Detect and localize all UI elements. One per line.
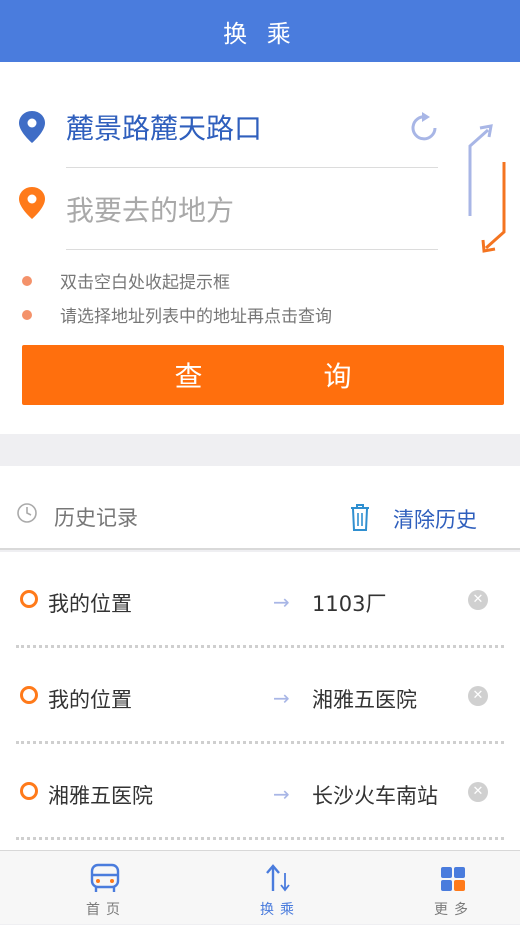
history-to: 长沙火车南站: [312, 784, 438, 808]
transfer-arrows-icon: [266, 864, 290, 892]
tip-text: 双击空白处收起提示框: [60, 273, 230, 293]
delete-item-icon[interactable]: ✕: [468, 590, 488, 610]
history-item[interactable]: 我的位置 → 1103厂 ✕: [0, 552, 520, 648]
bottom-tab-bar: 首页 换乘 更多: [0, 850, 520, 924]
page-title: 换 乘: [223, 19, 297, 48]
tab-transfer[interactable]: 换乘: [220, 851, 340, 925]
history-item[interactable]: 我的位置 → 湘雅五医院 ✕: [0, 648, 520, 744]
start-location-value: 麓景路麓天路口: [66, 111, 263, 145]
history-from: 湘雅五医院: [48, 784, 153, 808]
arrow-right-icon: →: [273, 590, 290, 614]
swap-direction-icon[interactable]: [458, 122, 512, 256]
tab-more[interactable]: 更多: [394, 851, 514, 925]
clock-icon: [17, 503, 37, 523]
bullet-dot-icon: [22, 309, 32, 320]
history-item[interactable]: 湘雅五医院 → 长沙火车南站 ✕: [0, 744, 520, 840]
start-location-input[interactable]: 麓景路麓天路口: [66, 86, 438, 168]
bus-icon: [90, 863, 120, 892]
page-header: 换 乘: [0, 0, 520, 62]
query-button[interactable]: 查 询: [22, 345, 504, 405]
start-ring-icon: [20, 590, 38, 608]
tab-label: 换乘: [260, 902, 300, 918]
start-ring-icon: [20, 686, 38, 704]
delete-item-icon[interactable]: ✕: [468, 782, 488, 802]
dotted-divider: [16, 837, 504, 840]
history-from: 我的位置: [48, 688, 132, 712]
destination-input[interactable]: 我要去的地方: [66, 168, 438, 250]
arrow-right-icon: →: [273, 686, 290, 710]
destination-location-icon: [19, 187, 45, 219]
tip-item: 双击空白处收起提示框: [22, 268, 230, 293]
history-list: 我的位置 → 1103厂 ✕ 我的位置 → 湘雅五医院 ✕ 湘雅五医院 → 长沙…: [0, 552, 520, 850]
history-header: 历史记录 清除历史: [0, 466, 520, 550]
grid-icon: [441, 867, 465, 891]
destination-placeholder: 我要去的地方: [66, 193, 235, 227]
arrow-right-icon: →: [273, 782, 290, 806]
bullet-dot-icon: [22, 275, 32, 286]
tab-label: 首页: [86, 902, 126, 918]
tab-label: 更多: [434, 902, 474, 918]
tab-home[interactable]: 首页: [46, 851, 166, 925]
tip-text: 请选择地址列表中的地址再点击查询: [60, 307, 332, 327]
history-title: 历史记录: [54, 506, 138, 530]
history-to: 1103厂: [312, 592, 387, 616]
delete-item-icon[interactable]: ✕: [468, 686, 488, 706]
trash-icon[interactable]: [348, 502, 372, 532]
route-search-card: 麓景路麓天路口 我要去的地方 双击空白处收起提示框 请选择地址列表中的地址再点击…: [0, 62, 520, 434]
tip-item: 请选择地址列表中的地址再点击查询: [22, 302, 332, 327]
start-location-icon: [19, 111, 45, 143]
clear-history-button[interactable]: 清除历史: [393, 504, 477, 534]
refresh-icon[interactable]: [406, 110, 442, 146]
start-ring-icon: [20, 782, 38, 800]
history-to: 湘雅五医院: [312, 688, 417, 712]
history-from: 我的位置: [48, 592, 132, 616]
